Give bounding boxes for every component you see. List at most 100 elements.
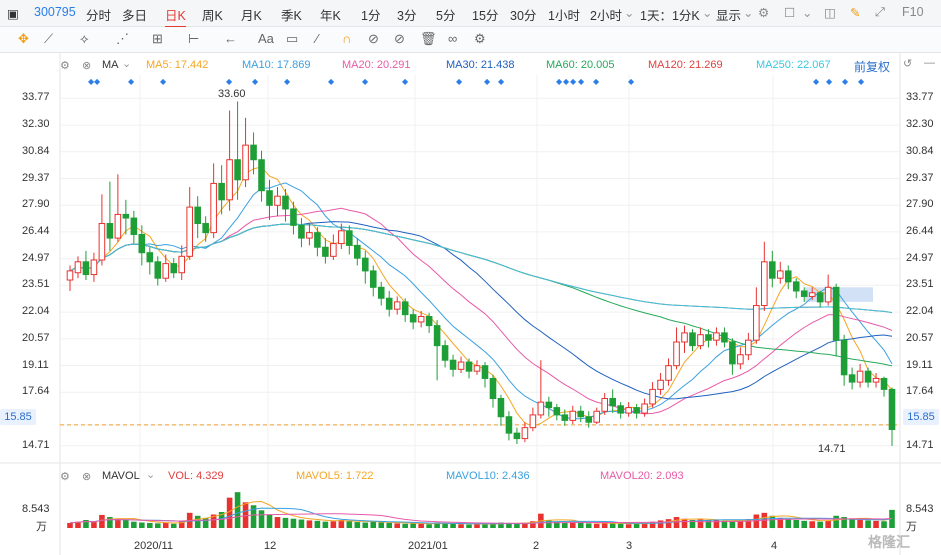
volume-bar [625, 524, 632, 528]
candle-body [393, 301, 401, 310]
signal-marker: ◆ [284, 77, 291, 86]
volume-bar [298, 519, 305, 528]
candle-body [106, 223, 114, 239]
candle-body [497, 397, 505, 418]
signal-marker: ◆ [484, 77, 491, 86]
volume-bar [346, 521, 353, 528]
price-tick: 23.51 [22, 278, 50, 291]
candle-body [409, 314, 417, 323]
close-icon[interactable]: ⊗ [82, 470, 91, 483]
price-tick: 19.11 [22, 358, 49, 371]
candle-body [449, 359, 457, 370]
candle-body [888, 388, 896, 430]
candle-body [745, 339, 752, 356]
volume-bar [849, 518, 855, 528]
candle-body [138, 233, 146, 254]
volume-bar [593, 523, 600, 528]
volume-bar [617, 523, 624, 528]
candle-body [832, 286, 840, 341]
candle-body [665, 365, 672, 381]
price-tick: 26.44 [906, 224, 934, 237]
volume-bar [514, 523, 520, 528]
candle-body [553, 407, 561, 416]
candle-body [274, 195, 281, 206]
ma10-line [69, 182, 893, 420]
candle-body [330, 243, 337, 257]
volume-bar [633, 523, 640, 528]
volume-bar [162, 522, 169, 528]
volume-bar [410, 523, 416, 528]
low-label: 14.71 [818, 443, 846, 455]
candle-body [473, 365, 481, 372]
signal-marker: ◆ [160, 77, 167, 86]
candle-body [170, 263, 178, 274]
vol-value: VOL: 4.329 [168, 470, 224, 482]
volume-bar [202, 517, 209, 528]
ma250-line [69, 223, 893, 314]
candle-body [441, 345, 449, 361]
mavol5-value: MAVOL5: 1.722 [296, 470, 374, 482]
volume-bar [274, 517, 281, 528]
volume-bar [681, 518, 688, 528]
volume-bar [370, 521, 377, 528]
candle-body [633, 407, 640, 414]
volume-bar [769, 515, 776, 528]
chevron-down-icon[interactable]: ⌄ [146, 468, 155, 481]
volume-bar [474, 524, 480, 528]
price-tick: 22.04 [906, 305, 934, 318]
candle-body [737, 354, 744, 365]
candle-body [258, 159, 265, 192]
volume-bar [266, 514, 273, 528]
candle-body [561, 414, 569, 421]
price-tick: 17.64 [22, 385, 50, 398]
candle-body [776, 270, 784, 279]
volume-bar [282, 517, 289, 528]
volume-bar [426, 524, 432, 528]
volume-bar [378, 522, 385, 528]
signal-marker: ◆ [628, 77, 635, 86]
candle-body [82, 261, 90, 276]
price-tick: 33.77 [22, 91, 50, 104]
signal-marker: ◆ [813, 77, 820, 86]
mavol-label[interactable]: MAVOL [102, 470, 140, 482]
candle-body [98, 223, 106, 261]
price-tick: 30.84 [906, 144, 934, 157]
ma5-line [69, 166, 893, 427]
volume-bar [123, 519, 129, 528]
signal-marker: ◆ [456, 77, 463, 86]
signal-marker: ◆ [563, 77, 570, 86]
date-label: 2021/01 [408, 540, 448, 552]
candle-body [800, 290, 808, 297]
candle-body [657, 379, 664, 390]
signal-marker: ◆ [328, 77, 335, 86]
volume-bar [322, 521, 329, 528]
vol-max-right: 8.543 [906, 503, 934, 515]
candle-body [202, 223, 209, 234]
candle-body [601, 397, 608, 412]
candle-body [481, 365, 489, 379]
price-tick: 24.97 [22, 251, 50, 264]
candle-body [290, 208, 297, 226]
signal-marker: ◆ [578, 77, 585, 86]
mavol20-value: MAVOL20: 2.093 [600, 470, 684, 482]
volume-bar [258, 510, 265, 528]
volume-bar [147, 522, 153, 528]
candle-body [90, 259, 98, 276]
candle-body [808, 292, 816, 297]
current-price-left: 15.85 [0, 409, 36, 425]
candle-body [433, 325, 441, 347]
gear-icon[interactable]: ⚙ [60, 470, 70, 483]
ma20-line [69, 207, 893, 415]
volume-bar [354, 522, 361, 528]
candle-body [250, 144, 257, 161]
candle-body [856, 370, 864, 383]
candle-body [569, 410, 577, 421]
candle-body [872, 377, 880, 383]
signal-marker: ◆ [402, 77, 409, 86]
date-label: 3 [626, 540, 633, 552]
candle-body [529, 414, 537, 429]
price-tick: 30.84 [22, 144, 50, 157]
candle-body [457, 361, 465, 370]
volume-bar [562, 522, 568, 528]
candle-body [681, 332, 688, 343]
